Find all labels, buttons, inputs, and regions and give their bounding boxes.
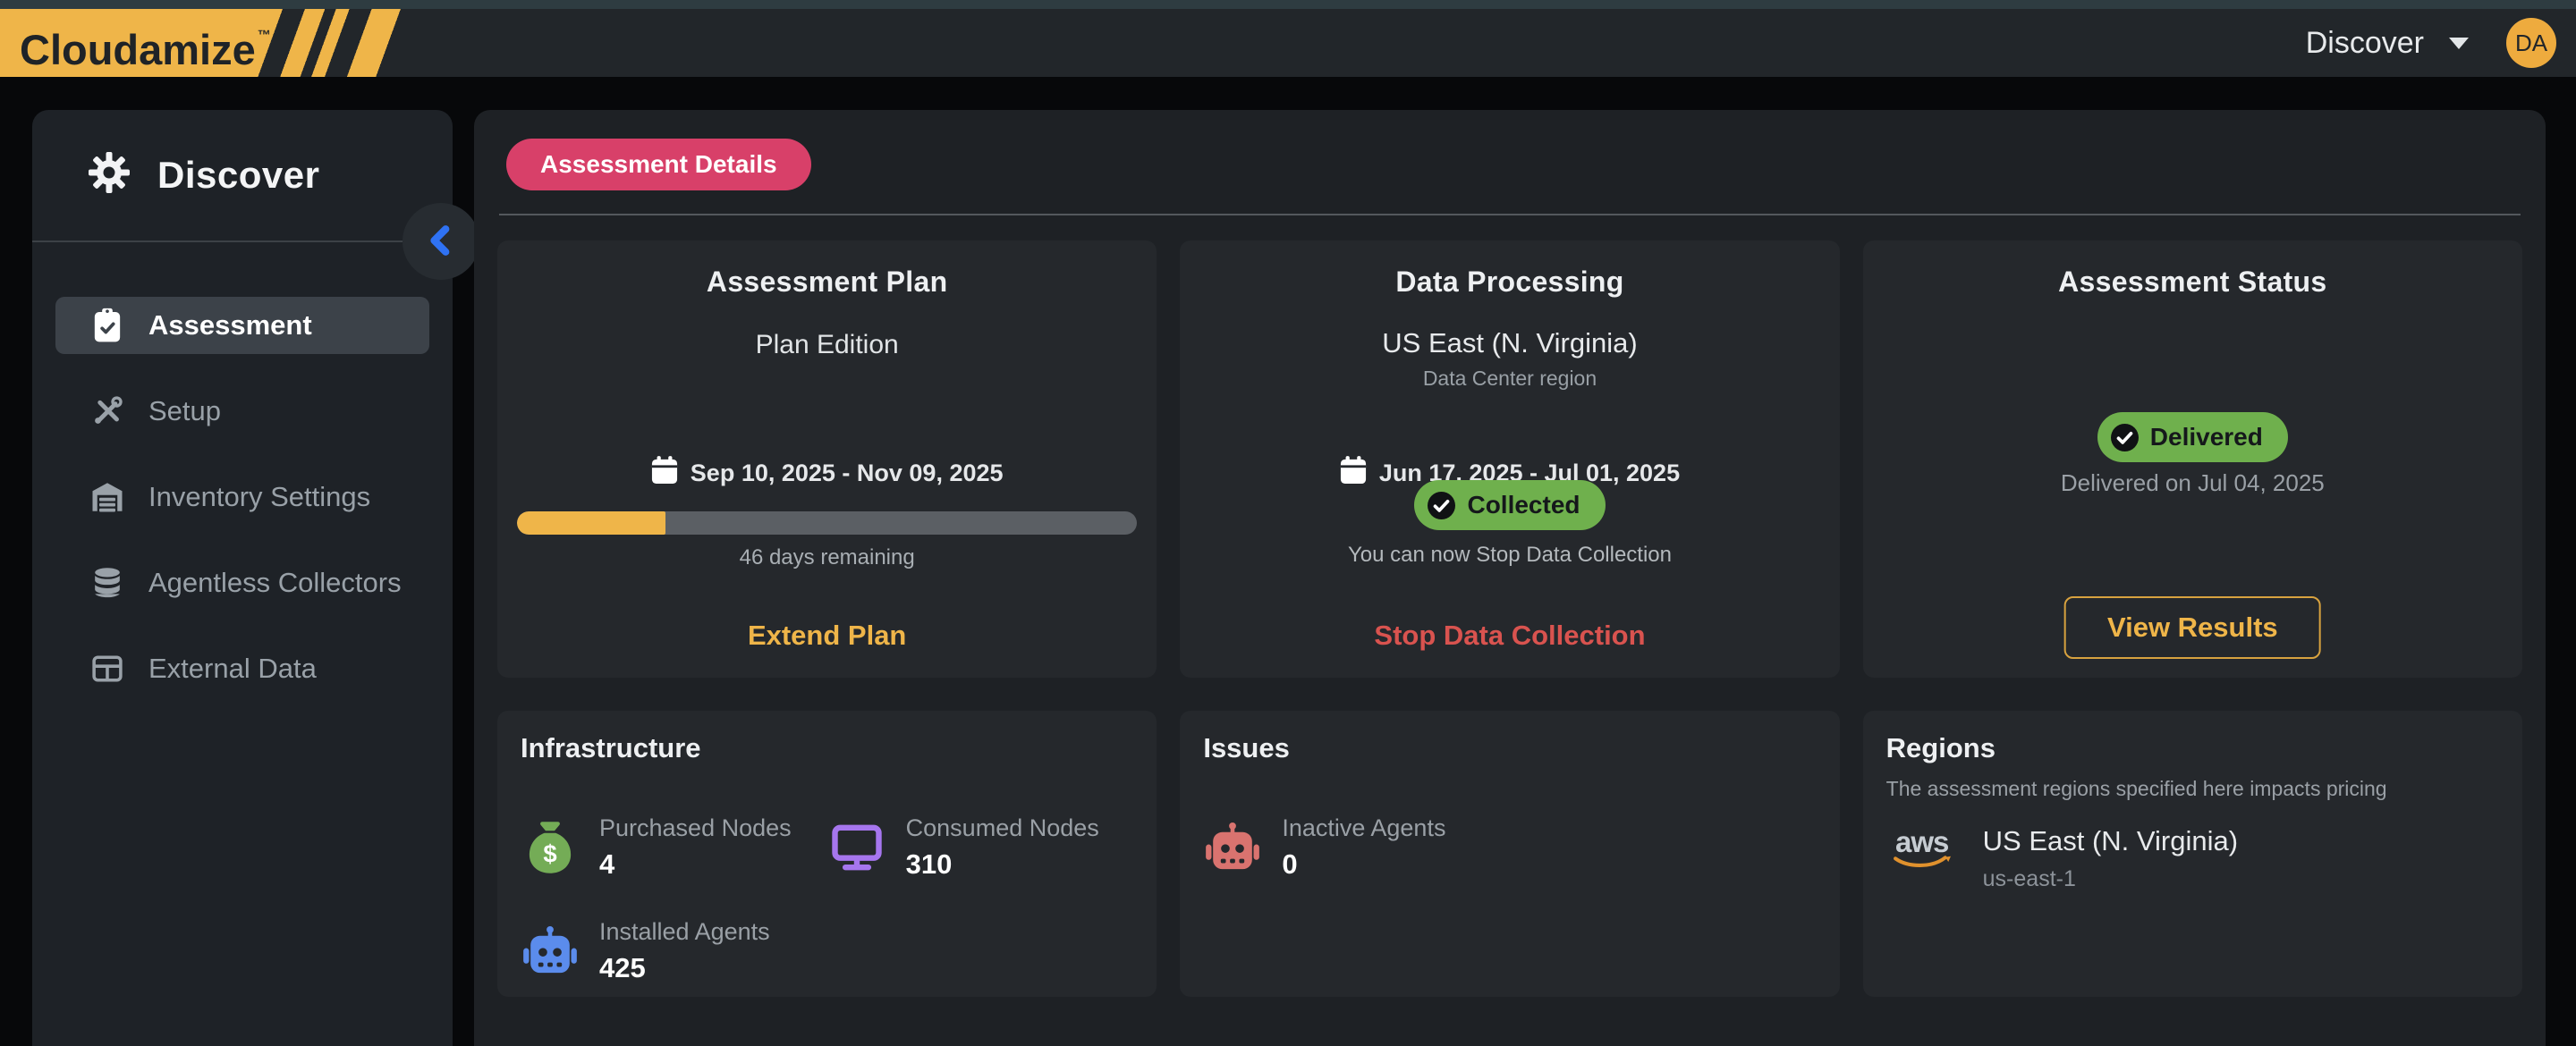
screwdriver-wrench-icon — [89, 395, 125, 427]
sidebar-menu: Assessment Setup — [32, 297, 453, 697]
sidebar-item-label: Assessment — [148, 309, 312, 342]
topbar-right-cluster: Discover DA — [2306, 18, 2576, 68]
date-range-text: Sep 10, 2025 - Nov 09, 2025 — [691, 460, 1004, 487]
chevron-down-icon — [2449, 38, 2469, 49]
card-title: Issues — [1203, 732, 1290, 764]
summary-cards-row: Infrastructure $ Purchased Nodes — [497, 711, 2522, 997]
assessment-status-card: Assessment Status Delivered Delivered on… — [1863, 240, 2522, 678]
sidebar-item-label: Inventory Settings — [148, 481, 370, 513]
stat-label: Inactive Agents — [1282, 814, 1445, 842]
avatar-initials: DA — [2515, 30, 2547, 57]
processing-region-caption: Data Center region — [1180, 367, 1839, 391]
product-switcher-label: Discover — [2306, 26, 2424, 61]
regions-card: Regions The assessment regions specified… — [1863, 711, 2522, 997]
region-code: us-east-1 — [1983, 866, 2238, 892]
region-name: US East (N. Virginia) — [1983, 825, 2238, 857]
avatar[interactable]: DA — [2506, 18, 2556, 68]
aws-logo-text: aws — [1895, 829, 1948, 856]
issues-stats: Inactive Agents 0 — [1203, 814, 1816, 881]
stat-value: 0 — [1282, 848, 1445, 881]
stat-installed-agents: Installed Agents 425 — [521, 918, 827, 984]
plan-progress-fill — [517, 511, 665, 535]
region-list-item: aws US East (N. Virginia) us-east-1 — [1886, 825, 2238, 892]
collection-note: You can now Stop Data Collection — [1180, 543, 1839, 568]
issues-card: Issues — [1180, 711, 1839, 997]
data-processing-card: Data Processing US East (N. Virginia) Da… — [1180, 240, 1839, 678]
brand-name: Cloudamize™ — [0, 2, 271, 84]
sidebar-item-inventory-settings[interactable]: Inventory Settings — [55, 468, 429, 526]
stat-value: 425 — [599, 952, 770, 984]
sidebar-collapse-button[interactable] — [402, 203, 479, 280]
assessment-plan-card: Assessment Plan Plan Edition Sep 10, 202… — [497, 240, 1157, 678]
gear-icon — [88, 151, 131, 198]
collected-status-row: Collected — [1180, 480, 1839, 530]
infrastructure-stats: $ Purchased Nodes 4 — [521, 814, 1133, 984]
sidebar-item-label: Setup — [148, 395, 221, 427]
warehouse-icon — [89, 482, 125, 512]
status-label: Delivered — [2150, 423, 2263, 451]
sidebar-title: Discover — [157, 154, 319, 197]
stat-value: 4 — [599, 848, 792, 881]
stat-label: Purchased Nodes — [599, 814, 792, 842]
svg-text:$: $ — [543, 839, 556, 867]
plan-date-range: Sep 10, 2025 - Nov 09, 2025 — [497, 456, 1157, 491]
card-title: Assessment Status — [1863, 266, 2522, 299]
plan-progress-bar — [517, 511, 1137, 535]
chevron-left-icon — [425, 224, 457, 259]
sidebar-item-external-data[interactable]: External Data — [55, 640, 429, 697]
calendar-icon — [651, 456, 678, 491]
plan-edition: Plan Edition — [497, 330, 1157, 360]
sidebar-item-label: Agentless Collectors — [148, 567, 402, 599]
sidebar: Discover Assessment — [32, 110, 453, 1046]
money-bag-icon: $ — [521, 820, 580, 875]
main-panel: Assessment Details Assessment Plan Plan … — [474, 110, 2546, 1046]
database-icon — [89, 567, 125, 599]
delivered-status-row: Delivered — [1863, 412, 2522, 462]
sidebar-item-assessment[interactable]: Assessment — [55, 297, 429, 354]
days-remaining: 46 days remaining — [497, 545, 1157, 570]
stat-label: Consumed Nodes — [906, 814, 1099, 842]
product-switcher-dropdown[interactable]: Discover — [2306, 26, 2469, 61]
sidebar-header: Discover — [32, 110, 453, 198]
processing-region: US East (N. Virginia) — [1180, 327, 1839, 359]
delivered-status-badge: Delivered — [2097, 412, 2288, 462]
view-results-button[interactable]: View Results — [2064, 596, 2321, 659]
regions-subtitle: The assessment regions specified here im… — [1886, 777, 2387, 801]
monitor-icon — [827, 820, 886, 875]
card-title: Regions — [1886, 732, 1996, 764]
assessment-details-badge: Assessment Details — [506, 139, 811, 190]
delivered-on-text: Delivered on Jul 04, 2025 — [1863, 469, 2522, 497]
status-cards-row: Assessment Plan Plan Edition Sep 10, 202… — [497, 240, 2522, 678]
sidebar-item-setup[interactable]: Setup — [55, 383, 429, 440]
sidebar-item-label: External Data — [148, 653, 317, 685]
check-circle-icon — [1428, 492, 1455, 519]
brand-trademark: ™ — [258, 28, 271, 43]
card-title: Assessment Plan — [497, 266, 1157, 299]
infrastructure-card: Infrastructure $ Purchased Nodes — [497, 711, 1157, 997]
card-title: Data Processing — [1180, 266, 1839, 299]
top-accent-strip — [0, 0, 2576, 9]
sidebar-item-agentless-collectors[interactable]: Agentless Collectors — [55, 554, 429, 612]
brand-logo: Cloudamize™ — [0, 9, 420, 77]
card-title: Infrastructure — [521, 732, 701, 764]
stop-data-collection-link[interactable]: Stop Data Collection — [1180, 620, 1839, 652]
stat-label: Installed Agents — [599, 918, 770, 946]
stat-purchased-nodes: $ Purchased Nodes 4 — [521, 814, 827, 881]
stat-consumed-nodes: Consumed Nodes 310 — [827, 814, 1134, 881]
table-icon — [89, 655, 125, 682]
panel-divider — [499, 214, 2521, 215]
stat-value: 310 — [906, 848, 1099, 881]
collected-status-badge: Collected — [1414, 480, 1605, 530]
app: Cloudamize™ Discover DA — [0, 0, 2576, 1046]
check-circle-icon — [2111, 424, 2139, 451]
status-label: Collected — [1467, 491, 1580, 519]
robot-icon — [1203, 820, 1262, 875]
sidebar-divider — [32, 240, 453, 242]
extend-plan-link[interactable]: Extend Plan — [497, 620, 1157, 652]
stat-inactive-agents: Inactive Agents 0 — [1203, 814, 1510, 881]
top-bar: Cloudamize™ Discover DA — [0, 9, 2576, 77]
aws-logo-icon: aws — [1886, 829, 1958, 871]
robot-icon — [521, 924, 580, 979]
clipboard-check-icon — [89, 308, 125, 343]
